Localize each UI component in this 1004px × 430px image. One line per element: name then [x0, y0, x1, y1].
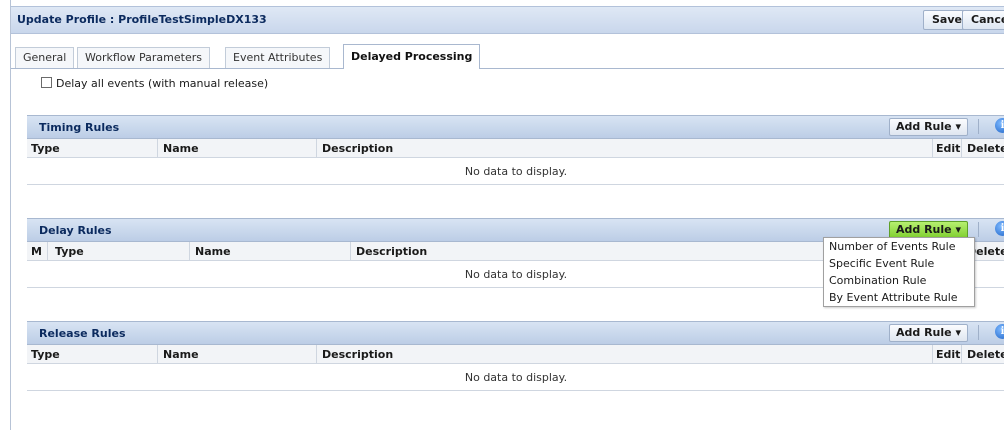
column-divider: [157, 345, 158, 363]
release-add-rule-button[interactable]: Add Rule ▾: [889, 324, 968, 342]
col-delete[interactable]: Delete: [967, 142, 1004, 155]
col-description[interactable]: Description: [322, 142, 393, 155]
cancel-button[interactable]: Cance: [962, 10, 1004, 30]
toolbar-separator: [978, 119, 979, 134]
menu-item-number-of-events-rule[interactable]: Number of Events Rule: [824, 238, 974, 255]
title-bar: Update Profile : ProfileTestSimpleDX133 …: [11, 6, 1004, 34]
caret-down-icon: ▾: [955, 120, 961, 133]
caret-down-icon: ▾: [955, 223, 961, 236]
column-divider: [932, 139, 933, 157]
empty-message: No data to display.: [464, 165, 568, 178]
col-description[interactable]: Description: [322, 348, 393, 361]
page-title: Update Profile : ProfileTestSimpleDX133: [17, 13, 267, 26]
timing-rules-title: Timing Rules: [39, 121, 120, 134]
tab-delayed-processing[interactable]: Delayed Processing: [343, 44, 481, 69]
tab-general[interactable]: General: [15, 47, 75, 68]
column-divider: [316, 139, 317, 157]
col-type[interactable]: Type: [31, 142, 60, 155]
column-divider: [316, 345, 317, 363]
toolbar-separator: [978, 325, 979, 340]
col-m[interactable]: M: [31, 245, 42, 258]
column-divider: [157, 139, 158, 157]
col-name[interactable]: Name: [163, 348, 199, 361]
column-divider: [932, 345, 933, 363]
col-description[interactable]: Description: [356, 245, 427, 258]
timing-rules-body: No data to display.: [27, 158, 1004, 185]
info-icon[interactable]: i: [995, 118, 1004, 133]
release-rules-title: Release Rules: [39, 327, 126, 340]
timing-add-rule-button[interactable]: Add Rule ▾: [889, 118, 968, 136]
delay-all-label: Delay all events (with manual release): [56, 77, 269, 90]
column-divider: [961, 139, 962, 157]
col-name[interactable]: Name: [195, 245, 231, 258]
delay-add-rule-label: Add Rule: [896, 223, 952, 236]
timing-add-rule-label: Add Rule: [896, 120, 952, 133]
delay-all-checkbox[interactable]: [41, 77, 52, 88]
col-edit[interactable]: Edit: [936, 348, 960, 361]
timing-column-header: Type Name Description Edit Delete: [27, 139, 1004, 158]
delay-rules-title: Delay Rules: [39, 224, 112, 237]
delay-all-row: Delay all events (with manual release): [41, 77, 268, 90]
tab-event-attributes[interactable]: Event Attributes: [225, 47, 331, 68]
col-type[interactable]: Type: [55, 245, 84, 258]
empty-message: No data to display.: [464, 371, 568, 384]
release-column-header: Type Name Description Edit Delete: [27, 345, 1004, 364]
info-icon[interactable]: i: [995, 221, 1004, 236]
menu-item-combination-rule[interactable]: Combination Rule: [824, 272, 974, 289]
col-name[interactable]: Name: [163, 142, 199, 155]
col-edit[interactable]: Edit: [936, 142, 960, 155]
release-add-rule-label: Add Rule: [896, 326, 952, 339]
timing-rules-header: Timing Rules Add Rule ▾ i: [27, 115, 1004, 139]
column-divider: [47, 242, 48, 260]
tab-bar: General Workflow Parameters Event Attrib…: [11, 44, 1004, 69]
column-divider: [189, 242, 190, 260]
caret-down-icon: ▾: [955, 326, 961, 339]
profile-panel: Update Profile : ProfileTestSimpleDX133 …: [10, 0, 1004, 430]
column-divider: [961, 345, 962, 363]
col-type[interactable]: Type: [31, 348, 60, 361]
toolbar-separator: [978, 222, 979, 237]
info-icon[interactable]: i: [995, 324, 1004, 339]
add-rule-menu: Number of Events Rule Specific Event Rul…: [823, 237, 975, 307]
tab-workflow-parameters[interactable]: Workflow Parameters: [77, 47, 210, 68]
menu-item-by-event-attribute-rule[interactable]: By Event Attribute Rule: [824, 289, 974, 306]
col-delete[interactable]: Delete: [967, 348, 1004, 361]
release-rules-body: No data to display.: [27, 364, 1004, 391]
release-rules-header: Release Rules Add Rule ▾ i: [27, 321, 1004, 345]
column-divider: [350, 242, 351, 260]
menu-item-specific-event-rule[interactable]: Specific Event Rule: [824, 255, 974, 272]
